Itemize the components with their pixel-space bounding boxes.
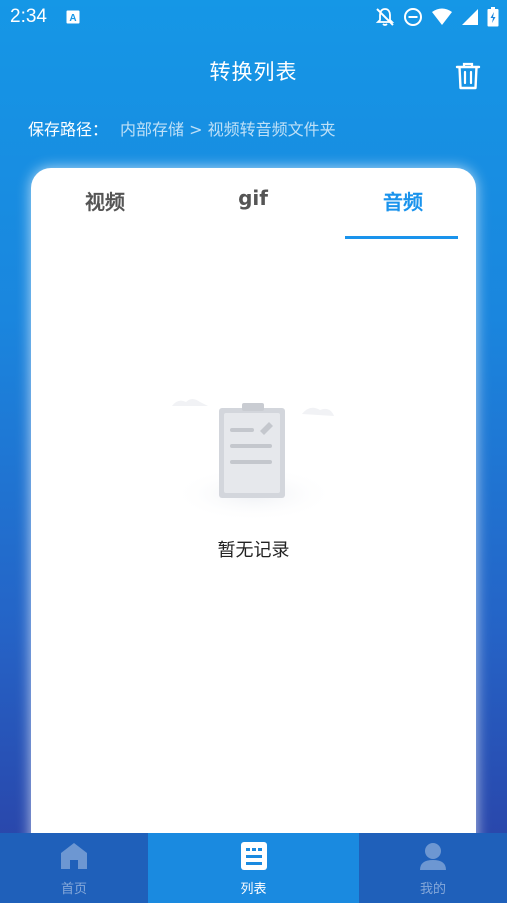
trash-icon [455, 62, 481, 90]
records-card: 视频 gif 音频 暂无记录 [31, 168, 476, 868]
page-title: 转换列表 [209, 60, 298, 84]
delete-button[interactable] [455, 62, 481, 90]
home-icon [61, 843, 87, 869]
nav-home[interactable]: 首页 [0, 833, 148, 903]
save-path: 保存路径： 内部存储 > 视频转音频文件夹 [28, 116, 336, 140]
save-path-label: 保存路径： [28, 120, 109, 139]
nav-mine-label: 我的 [419, 882, 446, 897]
save-path-value: 内部存储 > 视频转音频文件夹 [120, 120, 336, 139]
user-icon [420, 843, 446, 870]
bell-off-icon [375, 8, 395, 26]
wifi-icon [432, 8, 452, 25]
nav-mine[interactable]: 我的 [359, 833, 507, 903]
tab-bar: 视频 gif 音频 [31, 168, 476, 240]
tab-gif[interactable]: gif [221, 186, 285, 210]
signal-icon [462, 9, 478, 25]
nav-list[interactable]: 列表 [148, 833, 359, 903]
svg-text:A: A [69, 13, 76, 24]
status-bar: 2:34 A [0, 0, 507, 36]
list-icon [240, 842, 267, 870]
do-not-disturb-icon [404, 8, 422, 26]
clipboard-icon [172, 399, 336, 522]
tab-audio[interactable]: 音频 [371, 186, 435, 215]
tab-video[interactable]: 视频 [73, 186, 137, 215]
bottom-nav: 首页 列表 我的 [0, 833, 507, 903]
battery-icon [487, 7, 499, 27]
nav-home-label: 首页 [60, 882, 87, 897]
notification-a-icon: A [66, 10, 80, 24]
status-time: 2:34 [10, 6, 47, 27]
active-tab-indicator [345, 236, 458, 239]
status-icons [375, 6, 499, 28]
empty-state-text: 暂无记录 [217, 540, 290, 561]
nav-list-label: 列表 [240, 882, 267, 897]
